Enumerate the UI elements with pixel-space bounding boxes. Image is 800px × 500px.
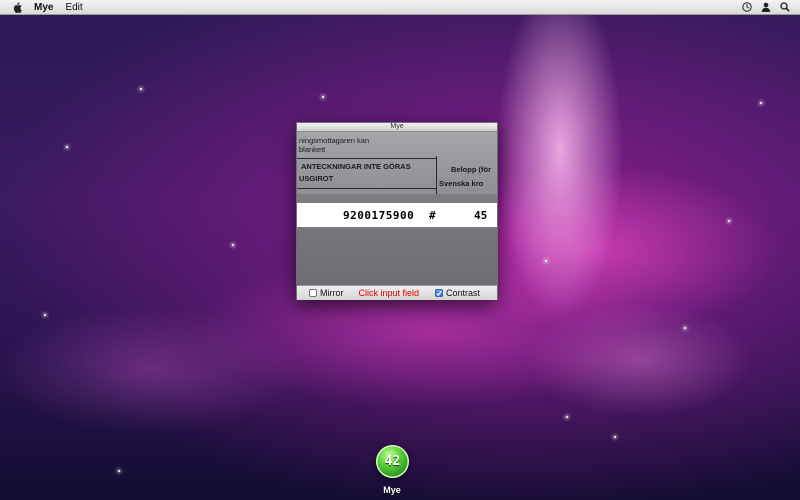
clock-icon[interactable] [742,2,752,12]
star [44,314,46,316]
star [66,146,68,148]
dock-app-icon[interactable]: 42 [376,445,409,478]
menu-bar: Mye Edit [0,0,800,15]
contrast-checkbox[interactable] [435,289,444,297]
dock-app-label: Mye [383,485,401,495]
star [232,244,234,246]
apple-icon[interactable] [13,1,22,13]
camera-preview: ningsmottagaren kan blankett ANTECKNINGA… [297,132,497,285]
mirror-label[interactable]: Mirror [320,288,344,298]
checkmark-icon [436,290,442,296]
ocr-number: 9200175900 [343,208,415,222]
contrast-label[interactable]: Contrast [446,288,480,298]
star [322,96,324,98]
ocr-hash: # [429,208,436,222]
status-text: Click input field [358,288,420,298]
star [140,88,142,90]
window-title[interactable]: Mye [297,123,497,132]
doc-text: blankett [299,145,326,154]
user-icon[interactable] [761,2,771,12]
menu-edit[interactable]: Edit [65,2,82,13]
doc-line [436,156,437,194]
star [566,416,568,418]
doc-text: Belopp (för [451,165,491,174]
star [728,220,730,222]
window-toolbar: Mirror Click input field Contrast [297,285,497,300]
doc-text: ningsmottagaren kan [299,136,370,145]
star [614,436,616,438]
doc-text: ANTECKNINGAR INTE GÖRAS [301,162,411,171]
doc-text: USGIROT [299,174,334,183]
star [684,327,686,329]
star [545,260,547,262]
menu-app-name[interactable]: Mye [34,2,53,13]
doc-text: Svenska kro [439,179,484,188]
scanned-document: ningsmottagaren kan blankett ANTECKNINGA… [297,132,497,194]
doc-line [297,158,437,159]
spotlight-icon[interactable] [780,2,790,12]
dock-icon-text: 42 [384,454,401,469]
ocr-band: 9200175900 # 45 [297,203,497,227]
ocr-tail: 45 [474,208,488,222]
menu-status-area [742,0,790,14]
app-window: Mye ningsmottagaren kan blankett ANTECKN… [296,122,498,300]
star [760,102,762,104]
star [118,470,120,472]
mirror-checkbox[interactable] [309,289,317,297]
doc-line [297,188,437,189]
